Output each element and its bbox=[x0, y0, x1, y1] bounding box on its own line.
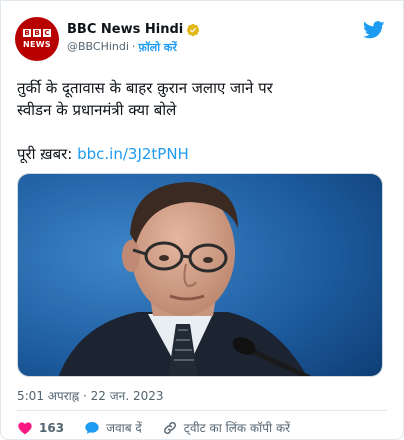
verified-badge-icon bbox=[187, 23, 200, 36]
follow-button[interactable]: फ़ॉलो करें bbox=[138, 40, 176, 55]
like-count: 163 bbox=[39, 420, 65, 435]
twitter-bird-icon[interactable] bbox=[363, 21, 385, 39]
reply-label: जवाब दें bbox=[106, 421, 142, 435]
display-name-row: BBC News Hindi bbox=[67, 22, 200, 37]
avatar[interactable]: BBC NEWS bbox=[15, 17, 59, 61]
divider bbox=[17, 410, 387, 411]
avatar-news-text: NEWS bbox=[23, 40, 51, 49]
account-names: BBC News Hindi @BBCHindi · फ़ॉलो करें bbox=[67, 22, 200, 55]
tweet-card: BBC NEWS BBC News Hindi @BBCHindi · फ़ॉल… bbox=[0, 0, 404, 440]
copy-link-label: ट्वीट का लिंक कॉपी करें bbox=[183, 421, 291, 435]
tweet-text: तुर्की के दूतावास के बाहर क़ुरान जलाए जा… bbox=[17, 77, 387, 165]
copy-link-button[interactable]: ट्वीट का लिंक कॉपी करें bbox=[162, 419, 290, 436]
tweet-link-line: पूरी ख़बर: bbc.in/3J2tPNH bbox=[17, 143, 387, 165]
tweet-actions: 163 जवाब दें ट्वीट का लिंक कॉपी करें bbox=[17, 419, 310, 436]
article-link[interactable]: bbc.in/3J2tPNH bbox=[77, 145, 189, 163]
photo-illustration bbox=[18, 174, 382, 376]
link-icon bbox=[163, 421, 176, 434]
like-button[interactable]: 163 bbox=[17, 420, 64, 436]
reply-button[interactable]: जवाब दें bbox=[84, 419, 142, 436]
tweet-line-2: स्वीडन के प्रधानमंत्री क्या बोले bbox=[17, 101, 177, 119]
tweet-header: BBC NEWS BBC News Hindi @BBCHindi · फ़ॉल… bbox=[15, 17, 389, 65]
bbc-logo: BBC bbox=[23, 29, 51, 37]
tweet-photo[interactable] bbox=[17, 173, 383, 377]
tweet-timestamp[interactable]: 5:01 अपराह्न · 22 जन. 2023 bbox=[17, 387, 164, 404]
handle-separator: · bbox=[131, 40, 136, 53]
link-prefix: पूरी ख़बर: bbox=[17, 145, 78, 163]
display-name[interactable]: BBC News Hindi bbox=[67, 22, 183, 37]
handle-row: @BBCHindi · फ़ॉलो करें bbox=[67, 40, 200, 55]
handle[interactable]: @BBCHindi bbox=[67, 40, 129, 55]
reply-bubble-icon bbox=[85, 421, 99, 434]
heart-icon bbox=[18, 421, 32, 434]
tweet-line-1: तुर्की के दूतावास के बाहर क़ुरान जलाए जा… bbox=[17, 79, 273, 97]
